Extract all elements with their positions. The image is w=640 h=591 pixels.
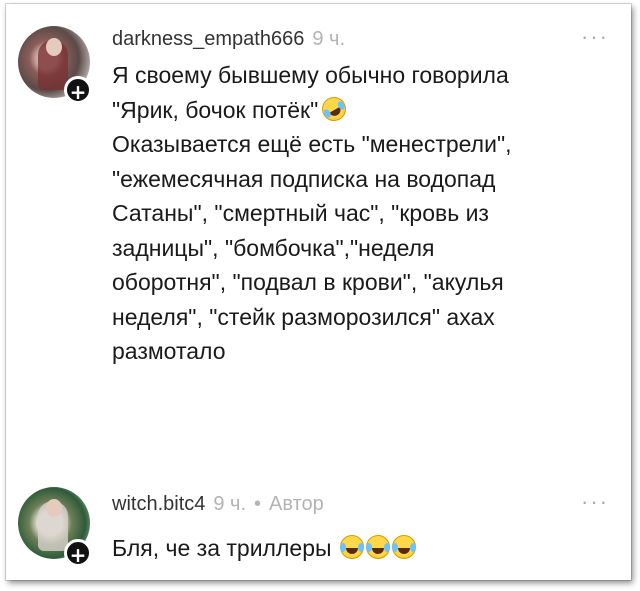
avatar-face: [46, 38, 62, 56]
comment-meta: witch.bitc4 9 ч. • Автор: [112, 493, 324, 516]
comments-panel: + darkness_empath666 9 ч. ··· Я своему бы…: [6, 4, 631, 580]
comment-text: Бля, че за триллеры: [112, 531, 612, 566]
comment-text-part: Бля, че за триллеры: [112, 535, 332, 561]
username[interactable]: darkness_empath666: [112, 28, 304, 50]
avatar-face: [46, 499, 62, 517]
tears-of-joy-emoji-icon: [391, 535, 416, 559]
comment-text-part: Оказывается ещё есть "менестрели", "ежем…: [112, 131, 512, 364]
timestamp: 9 ч.: [213, 493, 247, 515]
rofl-emoji-icon: [317, 92, 351, 125]
username[interactable]: witch.bitc4: [112, 493, 205, 515]
comment-text: Я своему бывшему обычно говорила "Ярик, …: [112, 58, 612, 369]
follow-plus-icon[interactable]: +: [64, 76, 92, 104]
tears-of-joy-emoji-icon: [365, 535, 390, 559]
more-options-icon[interactable]: ···: [581, 26, 609, 48]
comment-meta: darkness_empath666 9 ч.: [112, 28, 345, 51]
follow-plus-icon[interactable]: +: [64, 539, 92, 567]
comment-text-part: Я своему бывшему обычно говорила "Ярик, …: [112, 62, 509, 123]
tears-of-joy-emoji-icon: [339, 535, 364, 559]
separator-dot: •: [254, 493, 262, 515]
author-badge: Автор: [269, 493, 324, 515]
more-options-icon[interactable]: ···: [581, 491, 609, 513]
timestamp: 9 ч.: [312, 28, 346, 50]
